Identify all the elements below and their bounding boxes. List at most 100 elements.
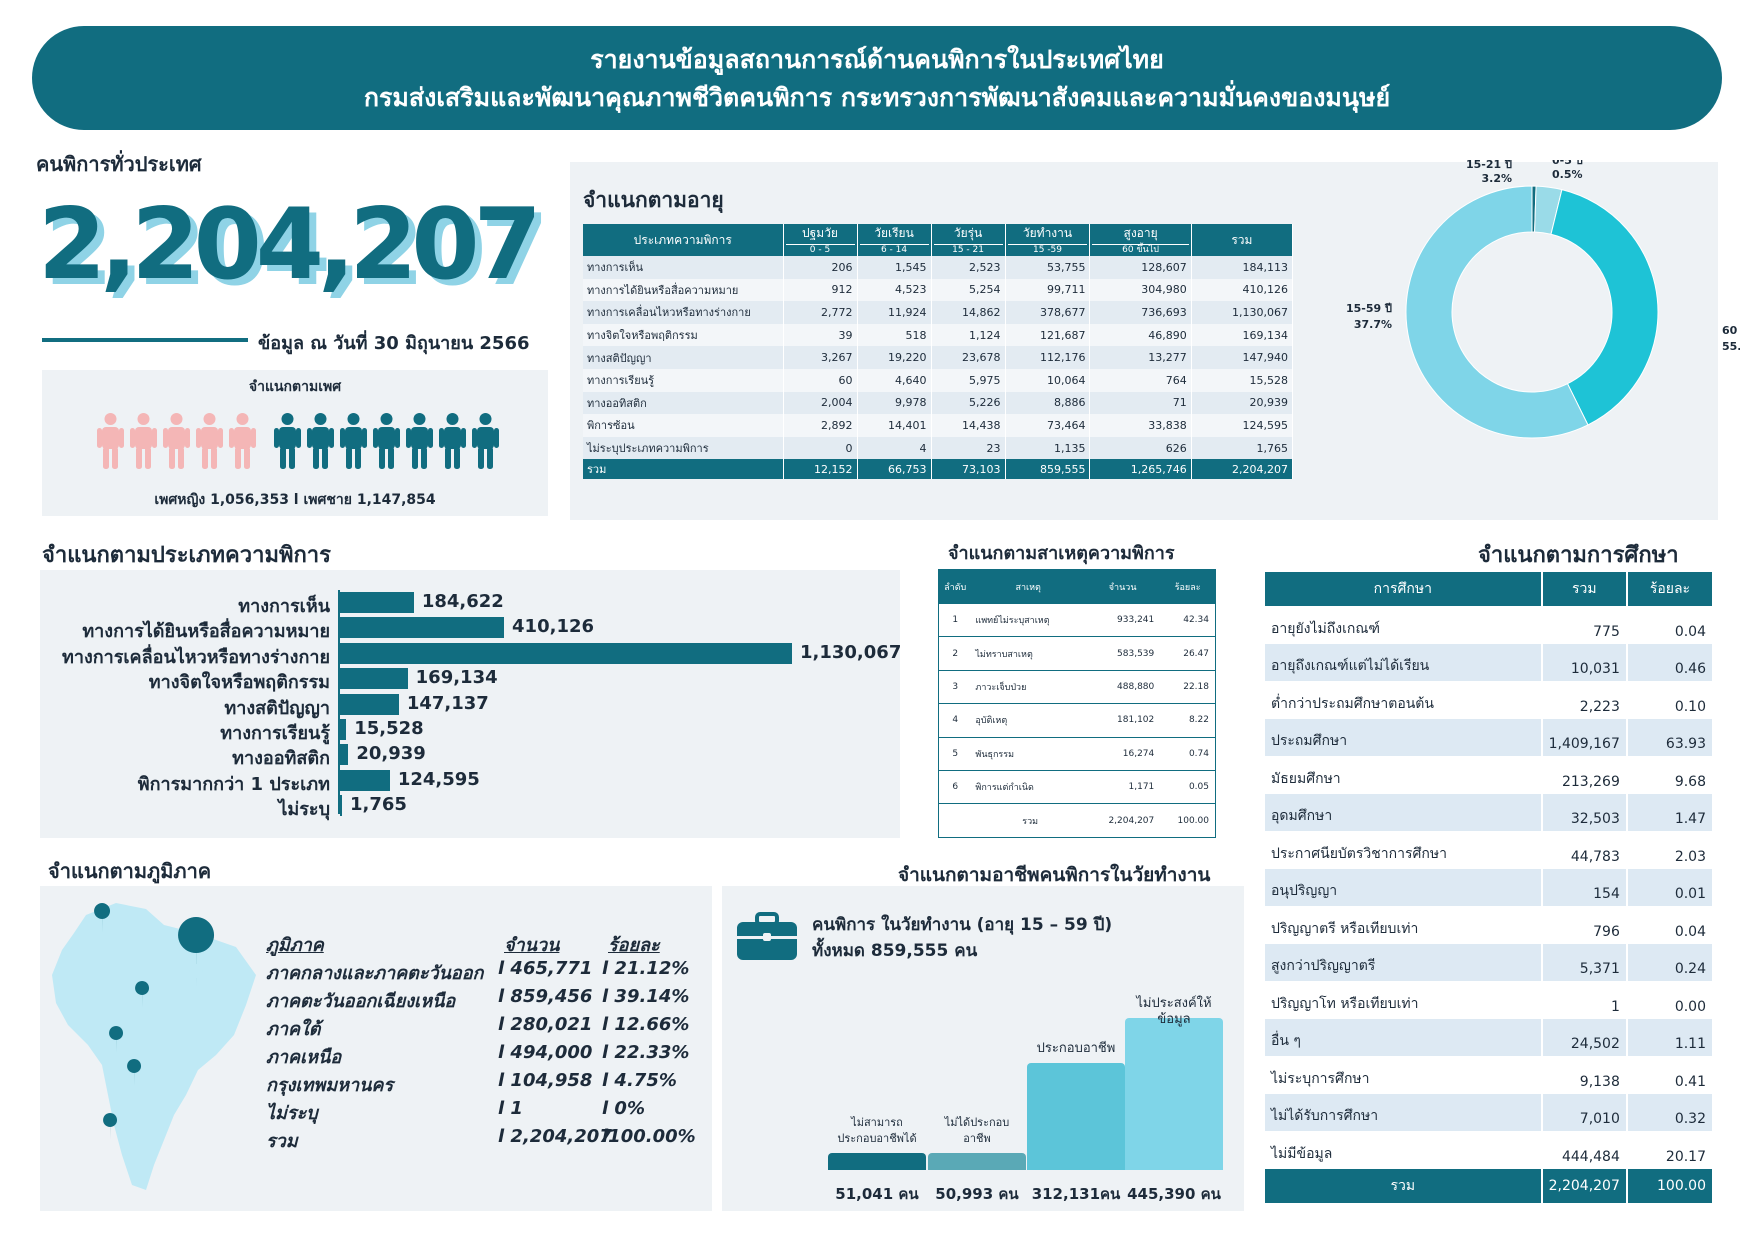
bar-mark [340, 617, 505, 639]
age-cell: 147,940 [1191, 346, 1294, 369]
occupation-category-label: ไม่ประสงค์ให้ข้อมูล [1136, 996, 1212, 1027]
age-cell: 2,892 [783, 414, 858, 437]
age-table-row: พิการซ้อน 2,892 14,401 14,438 73,464 33,838 12… [583, 414, 1294, 437]
education-table-row: ต่ำกว่าประถมศึกษาตอนต้น 2,223 0.10 [1265, 681, 1715, 719]
male-person-icon [274, 413, 301, 469]
age-cell: 206 [783, 256, 858, 279]
bar-value-label: 20,939 [356, 743, 426, 765]
age-cell: 23 [931, 436, 1006, 460]
age-row-label: ทางจิตใจหรือพฤติกรรม [583, 323, 784, 347]
cause-cell: 100.00 [1160, 803, 1216, 838]
bar-mark [340, 769, 390, 791]
education-level-label: ไม่ระบุการศึกษา [1265, 1056, 1543, 1094]
bar-mark [340, 693, 399, 715]
occupation-line1: คนพิการ ในวัยทำงาน (อายุ 15 – 59 ปี) [812, 915, 1113, 935]
education-cell: 0.32 [1626, 1093, 1715, 1131]
education-cell: 0.24 [1626, 943, 1715, 981]
as-of-divider [42, 338, 248, 342]
female-person-icon [163, 413, 190, 469]
bar-value-label: 410,126 [512, 616, 595, 638]
age-cell: 23,678 [931, 346, 1006, 369]
education-cell: 44,783 [1541, 831, 1628, 869]
cause-cell [938, 803, 972, 838]
region-cell: l 859,456 [498, 986, 593, 1007]
national-title: คนพิการทั่วประเทศ [36, 152, 202, 176]
age-cell: 626 [1089, 436, 1192, 460]
age-cell: 73,464 [1005, 414, 1091, 437]
region-col-header: ร้อยละ [608, 935, 660, 956]
cause-cell: 26.47 [1160, 636, 1216, 671]
age-col-header: วัยเรียน 6 - 14 [857, 224, 932, 256]
cause-cell: 2 [938, 636, 972, 671]
age-total-label: รวม [583, 459, 784, 480]
education-total-cell: รวม [1265, 1168, 1543, 1203]
education-table-row: อนุปริญญา 154 0.01 [1265, 868, 1715, 906]
female-person-icon [97, 413, 124, 469]
age-row-label: พิการซ้อน [583, 414, 784, 437]
cause-table: ลำดับ สาเหตุ จำนวน ร้อยละ 1 แพทย์ไม่ระบุสาเห… [938, 569, 1216, 838]
age-cell: 1,545 [857, 256, 932, 279]
education-level-label: มัธยมศึกษา [1265, 756, 1543, 794]
cause-col-header: สาเหตุ [971, 569, 1085, 604]
male-person-icon [439, 413, 466, 469]
age-cell: 2,772 [783, 301, 858, 324]
cause-cell: 933,241 [1084, 603, 1161, 638]
age-cell: 46,890 [1089, 323, 1192, 347]
age-cell: 764 [1089, 368, 1192, 392]
cause-table-row: 4 อุบัติเหตุ 181,102 8.22 [938, 703, 1216, 738]
education-cell: 9,138 [1541, 1056, 1628, 1094]
cause-cell: 4 [938, 703, 972, 738]
age-title: จำแนกตามอายุ [583, 188, 724, 212]
education-cell: 24,502 [1541, 1018, 1628, 1056]
education-level-label: อายุยังไม่ถึงเกณฑ์ [1265, 606, 1543, 644]
occupation-line2: ทั้งหมด 859,555 คน [812, 941, 978, 961]
age-cell: 9,978 [857, 391, 932, 415]
donut-label: 15-59 ปี [1346, 302, 1392, 315]
age-cell: 0 [783, 436, 858, 460]
cause-col-header: จำนวน [1084, 569, 1161, 604]
education-table: การศึกษา รวม ร้อยละ อายุยังไม่ถึงเกณฑ์ 775 0… [1265, 572, 1715, 1203]
education-cell: 32,503 [1541, 793, 1628, 831]
occupation-category-label: ประกอบอาชีพ [1036, 1041, 1116, 1057]
cause-cell: 42.34 [1160, 603, 1216, 638]
age-cell: 2,523 [931, 256, 1006, 279]
donut-label: 15-21 ปี [1466, 160, 1512, 171]
education-cell: 5,371 [1541, 943, 1628, 981]
age-cell: 8,886 [1005, 391, 1091, 415]
education-table-row: ปริญญาโท หรือเทียบเท่า 1 0.00 [1265, 981, 1715, 1019]
age-cell: 19,220 [857, 346, 932, 369]
education-cell: 2.03 [1626, 831, 1715, 869]
age-row-label: ทางการได้ยินหรือสื่อความหมาย [583, 278, 784, 302]
education-col-header: รวม [1541, 572, 1628, 606]
cause-cell: พิการแต่กำเนิด [971, 770, 1085, 805]
age-cell: 1,765 [1191, 436, 1294, 460]
occupation-value-label: 445,390 คน [1127, 1185, 1221, 1203]
education-table-row: ไม่มีข้อมูล 444,484 20.17 [1265, 1131, 1715, 1169]
region-cell: l 494,000 [498, 1042, 593, 1063]
as-of-date: ข้อมูล ณ วันที่ 30 มิถุนายน 2566 [258, 333, 530, 354]
age-cell: 99,711 [1005, 278, 1091, 302]
age-col-header-range: 15 - 21 [933, 244, 1003, 256]
region-col-header: ภูมิภาค [266, 935, 324, 956]
age-row-label: ทางการเคลื่อนไหวหรือทางร่างกาย [583, 301, 784, 324]
cause-table-row: 1 แพทย์ไม่ระบุสาเหตุ 933,241 42.34 [938, 603, 1216, 638]
education-cell: 0.41 [1626, 1056, 1715, 1094]
donut-value-label: 3.2% [1481, 172, 1512, 185]
donut-label: 60 ปีขึ้นไป [1722, 322, 1740, 337]
age-row-label: ทางออทิสติก [583, 391, 784, 415]
region-cell: l 22.33% [602, 1042, 690, 1063]
cause-table-row: 3 ภาวะเจ็บป่วย 488,880 22.18 [938, 670, 1216, 705]
bar-value-label: 184,622 [421, 591, 504, 612]
occupation-value-label: 50,993 คน [935, 1185, 1019, 1203]
cause-title: จำแนกตามสาเหตุความพิการ [948, 543, 1175, 564]
age-table: ประเภทความพิการ ปฐมวัย 0 - 5 วัยเรียน 6 - 14… [583, 224, 1294, 480]
education-cell: 9.68 [1626, 756, 1715, 794]
cause-cell: 6 [938, 770, 972, 805]
age-cell: 60 [783, 368, 858, 392]
education-col-header: ร้อยละ [1626, 572, 1715, 606]
cause-cell: 5 [938, 737, 972, 771]
cause-table-row: 2 ไม่ทราบสาเหตุ 583,539 26.47 [938, 636, 1216, 671]
region-title: จำแนกตามภูมิภาค [48, 859, 212, 883]
female-person-icon [196, 413, 223, 469]
education-cell: 1,409,167 [1541, 718, 1628, 756]
